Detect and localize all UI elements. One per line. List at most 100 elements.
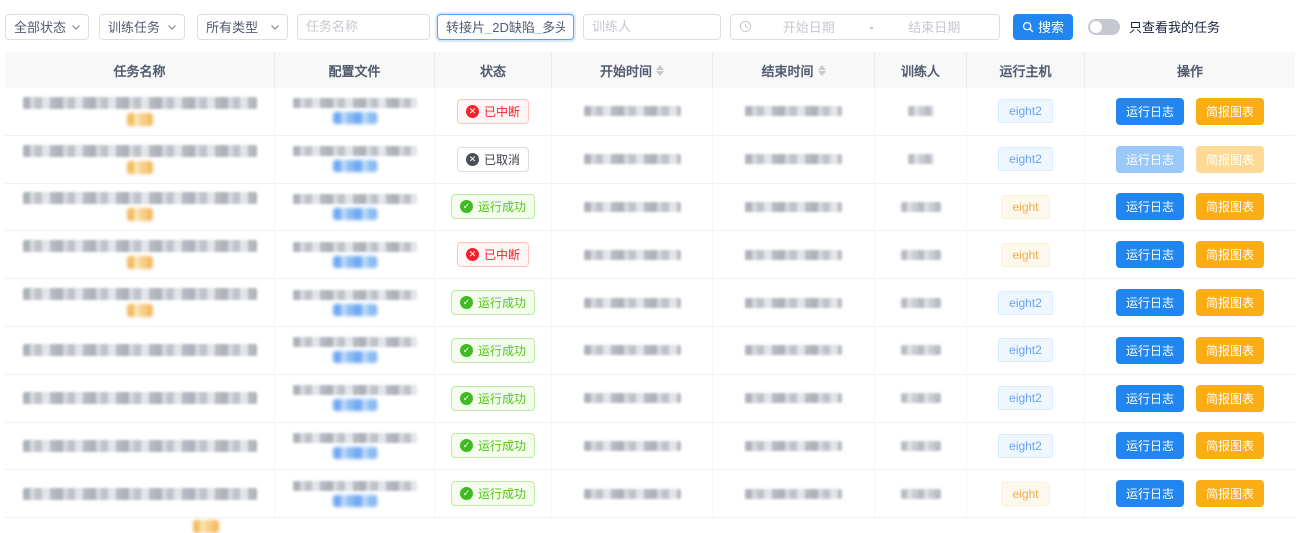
run-log-button[interactable]: 运行日志 (1116, 432, 1184, 459)
config-file-cell (275, 423, 435, 470)
status-check-icon: ✓ (460, 439, 473, 452)
column-header-0: 任务名称 (5, 52, 275, 88)
config-file-cell (275, 375, 435, 422)
start-time-cell (552, 136, 713, 183)
redacted-config-link[interactable] (333, 351, 377, 363)
host-cell: eight (967, 231, 1085, 278)
run-log-button[interactable]: 运行日志 (1116, 98, 1184, 125)
redacted-config-link[interactable] (333, 160, 377, 172)
actions-cell: 运行日志简报图表 (1085, 423, 1295, 470)
start-time-cell (552, 184, 713, 231)
redacted-task-name (23, 288, 257, 300)
task-name-cell (5, 184, 275, 231)
actions-cell: 运行日志简报图表 (1085, 470, 1295, 517)
redacted-task-name (23, 440, 257, 452)
status-cell: ✓运行成功 (435, 184, 552, 231)
redacted-config-link[interactable] (333, 256, 377, 268)
column-header-label: 任务名称 (113, 61, 165, 80)
start-date-placeholder[interactable]: 开始日期 (752, 17, 866, 36)
sort-carets-icon[interactable] (656, 65, 664, 76)
trainer-cell (875, 375, 967, 422)
end-date-placeholder[interactable]: 结束日期 (878, 17, 992, 36)
run-log-button[interactable]: 运行日志 (1116, 385, 1184, 412)
search-keyword-input[interactable] (446, 19, 565, 34)
my-tasks-toggle[interactable] (1088, 19, 1120, 35)
host-badge: eight2 (998, 338, 1053, 362)
status-label: 运行成功 (478, 390, 526, 407)
category-select-value: 所有类型 (206, 17, 258, 36)
report-chart-button[interactable]: 简报图表 (1196, 432, 1264, 459)
column-header-2: 状态 (435, 52, 552, 88)
redacted-config-name (293, 146, 417, 156)
report-chart-button[interactable]: 简报图表 (1196, 385, 1264, 412)
redacted-start-time (584, 154, 681, 164)
status-cross-icon: ✕ (466, 105, 479, 118)
redacted-config-link[interactable] (333, 208, 377, 220)
run-log-button[interactable]: 运行日志 (1116, 289, 1184, 316)
run-log-button[interactable]: 运行日志 (1116, 241, 1184, 268)
column-header-4[interactable]: 结束时间 (713, 52, 875, 88)
redacted-trainer (901, 250, 941, 260)
redacted-trainer (901, 345, 941, 355)
host-cell: eight2 (967, 423, 1085, 470)
clock-icon (739, 20, 752, 33)
trainer-cell (875, 470, 967, 517)
redacted-config-name (293, 98, 417, 108)
run-log-button[interactable]: 运行日志 (1116, 193, 1184, 220)
trainer-input[interactable] (592, 19, 712, 34)
run-log-button[interactable]: 运行日志 (1116, 337, 1184, 364)
redacted-end-time (745, 202, 842, 212)
report-chart-button[interactable]: 简报图表 (1196, 241, 1264, 268)
redacted-task-tag (127, 161, 153, 174)
tasks-table: 任务名称配置文件状态开始时间结束时间训练人运行主机操作 ✕已中断eight2运行… (5, 52, 1295, 518)
report-chart-button[interactable]: 简报图表 (1196, 337, 1264, 364)
actions-cell: 运行日志简报图表 (1085, 88, 1295, 135)
task-type-select-value: 训练任务 (108, 17, 160, 36)
trainer-cell (875, 88, 967, 135)
redacted-config-link[interactable] (333, 447, 377, 459)
report-chart-button[interactable]: 简报图表 (1196, 480, 1264, 507)
task-name-input[interactable] (306, 19, 421, 34)
report-chart-button[interactable]: 简报图表 (1196, 98, 1264, 125)
redacted-config-name (293, 242, 417, 252)
report-chart-button[interactable]: 简报图表 (1196, 146, 1264, 173)
host-cell: eight2 (967, 88, 1085, 135)
start-time-cell (552, 327, 713, 374)
status-label: 运行成功 (478, 485, 526, 502)
status-cross-icon: ✕ (466, 248, 479, 261)
end-time-cell (713, 88, 875, 135)
config-file-cell (275, 327, 435, 374)
run-log-button[interactable]: 运行日志 (1116, 146, 1184, 173)
redacted-end-time (745, 441, 842, 451)
category-select[interactable]: 所有类型 (197, 14, 288, 40)
redacted-task-name (23, 392, 257, 404)
sort-carets-icon[interactable] (818, 65, 826, 76)
run-log-button[interactable]: 运行日志 (1116, 480, 1184, 507)
redacted-config-link[interactable] (333, 112, 377, 124)
report-chart-button[interactable]: 简报图表 (1196, 193, 1264, 220)
redacted-config-link[interactable] (333, 495, 377, 507)
host-badge: eight (1001, 482, 1049, 506)
redacted-start-time (584, 250, 681, 260)
end-time-cell (713, 184, 875, 231)
redacted-start-time (584, 441, 681, 451)
redacted-config-link[interactable] (333, 304, 377, 316)
column-header-3[interactable]: 开始时间 (552, 52, 713, 88)
redacted-end-time (745, 393, 842, 403)
actions-cell: 运行日志简报图表 (1085, 231, 1295, 278)
task-type-select[interactable]: 训练任务 (99, 14, 185, 40)
status-cell: ✕已中断 (435, 231, 552, 278)
date-range-picker[interactable]: 开始日期 - 结束日期 (730, 14, 1000, 40)
redacted-trainer (908, 106, 934, 116)
end-time-cell (713, 470, 875, 517)
config-file-cell (275, 88, 435, 135)
redacted-trainer (908, 154, 934, 164)
host-cell: eight2 (967, 136, 1085, 183)
redacted-end-time (745, 345, 842, 355)
search-button[interactable]: 搜索 (1013, 14, 1073, 40)
partial-row-tag (193, 520, 219, 533)
report-chart-button[interactable]: 简报图表 (1196, 289, 1264, 316)
host-cell: eight2 (967, 279, 1085, 326)
status-select[interactable]: 全部状态 (5, 14, 89, 40)
redacted-config-link[interactable] (333, 399, 377, 411)
